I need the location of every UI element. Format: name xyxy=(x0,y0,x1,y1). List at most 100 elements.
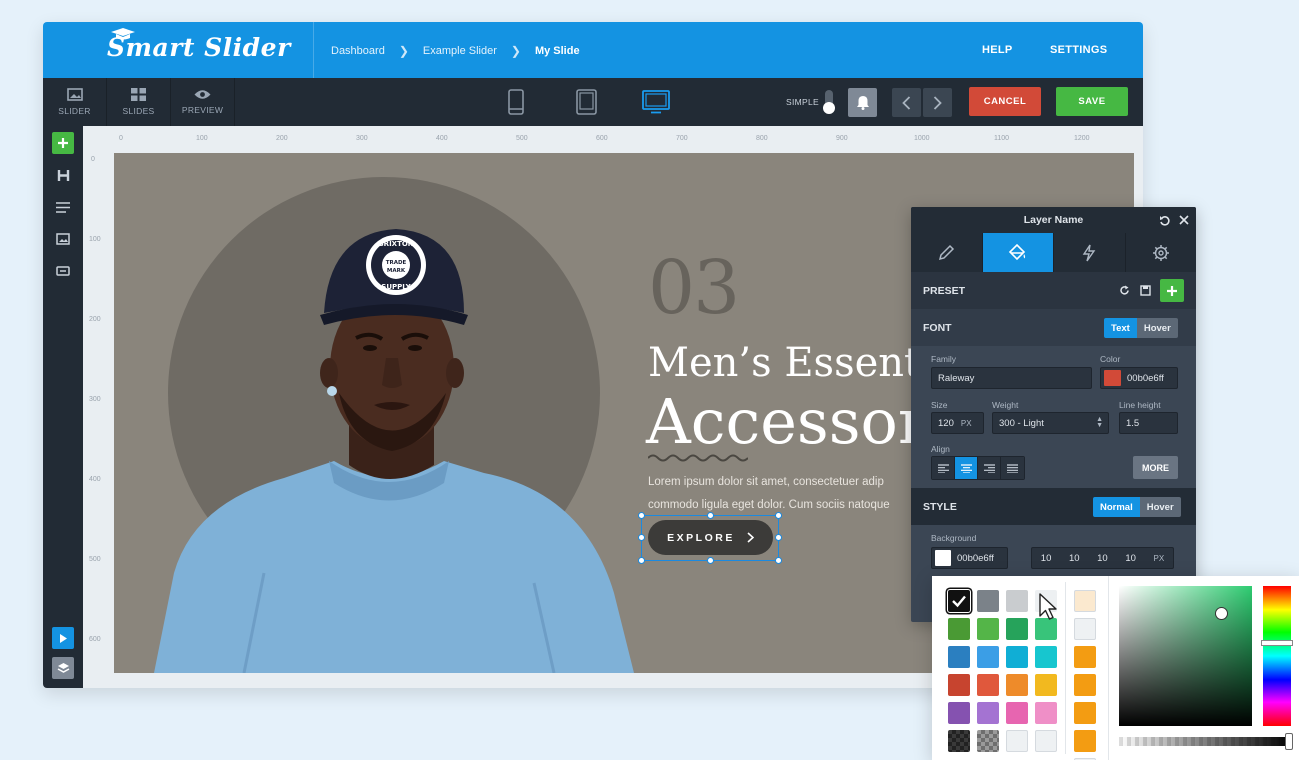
layers-button[interactable] xyxy=(52,657,74,679)
notification-button[interactable] xyxy=(848,88,877,117)
color-swatch[interactable] xyxy=(977,702,999,724)
button-layer-button[interactable] xyxy=(52,260,74,282)
recent-color-swatch[interactable] xyxy=(1074,702,1096,724)
image-layer-button[interactable] xyxy=(52,228,74,250)
color-swatch[interactable] xyxy=(948,702,970,724)
color-swatch[interactable] xyxy=(1035,730,1057,752)
resize-handle[interactable] xyxy=(775,557,782,564)
align-justify-button[interactable] xyxy=(1001,457,1024,479)
color-swatch[interactable] xyxy=(1035,674,1057,696)
color-swatch[interactable] xyxy=(977,590,999,612)
resize-handle[interactable] xyxy=(707,512,714,519)
color-swatch[interactable] xyxy=(948,674,970,696)
tab-slider[interactable]: SLIDER xyxy=(43,78,107,126)
resize-handle[interactable] xyxy=(638,557,645,564)
hue-handle[interactable] xyxy=(1261,640,1293,646)
saturation-area[interactable] xyxy=(1119,586,1252,726)
color-swatch[interactable] xyxy=(1006,730,1028,752)
add-preset-button[interactable] xyxy=(1160,279,1184,302)
alpha-handle[interactable] xyxy=(1285,733,1293,750)
app-logo[interactable]: Smart Slider xyxy=(107,33,291,62)
padding-left[interactable]: 10 xyxy=(1125,553,1136,564)
undo-icon[interactable] xyxy=(1159,215,1170,226)
device-mobile[interactable] xyxy=(501,88,531,116)
resize-handle[interactable] xyxy=(775,512,782,519)
color-swatch[interactable] xyxy=(1035,646,1057,668)
recent-color-swatch[interactable] xyxy=(1074,730,1096,752)
alpha-slider[interactable] xyxy=(1119,733,1293,750)
align-right-button[interactable] xyxy=(978,457,1001,479)
settings-link[interactable]: SETTINGS xyxy=(1050,44,1107,56)
color-swatch[interactable] xyxy=(977,730,999,752)
next-slide-button[interactable] xyxy=(923,88,952,117)
resize-handle[interactable] xyxy=(775,534,782,541)
play-button[interactable] xyxy=(52,627,74,649)
color-swatch[interactable] xyxy=(948,730,970,752)
device-tablet[interactable] xyxy=(571,88,601,116)
tab-preview[interactable]: PREVIEW xyxy=(171,78,235,126)
color-swatch[interactable] xyxy=(1006,674,1028,696)
save-button[interactable]: SAVE xyxy=(1056,87,1128,116)
color-swatch[interactable] xyxy=(1006,618,1028,640)
padding-bottom[interactable]: 10 xyxy=(1097,553,1108,564)
style-mode-hover[interactable]: Hover xyxy=(1139,497,1181,517)
font-size-field[interactable]: 120 PX xyxy=(931,412,984,434)
color-swatch[interactable] xyxy=(977,646,999,668)
save-preset-icon[interactable] xyxy=(1140,285,1151,296)
color-swatch[interactable] xyxy=(977,618,999,640)
font-mode-text[interactable]: Text xyxy=(1104,318,1137,338)
resize-handle[interactable] xyxy=(638,534,645,541)
recent-color-swatch[interactable] xyxy=(1074,646,1096,668)
text-layer-button[interactable] xyxy=(52,196,74,218)
recent-color-swatch[interactable] xyxy=(1074,590,1096,612)
reset-icon[interactable] xyxy=(1119,285,1130,296)
tab-content[interactable] xyxy=(911,233,983,272)
padding-top[interactable]: 10 xyxy=(1041,553,1052,564)
tab-settings[interactable] xyxy=(1126,233,1197,272)
font-color-field[interactable]: 00b0e6ff xyxy=(1100,367,1178,389)
breadcrumb-slider[interactable]: Example Slider xyxy=(423,45,497,57)
hue-slider[interactable] xyxy=(1261,586,1293,726)
color-swatch[interactable] xyxy=(1006,590,1028,612)
tab-slides[interactable]: SLIDES xyxy=(107,78,171,126)
more-button[interactable]: MORE xyxy=(1133,456,1178,479)
tab-animation[interactable] xyxy=(1054,233,1126,272)
recent-color-swatch[interactable] xyxy=(1074,674,1096,696)
color-swatch[interactable] xyxy=(947,589,971,613)
font-color-swatch[interactable] xyxy=(1104,370,1121,386)
selection-box[interactable] xyxy=(638,512,782,564)
device-desktop[interactable] xyxy=(641,88,671,116)
heading-layer-button[interactable] xyxy=(52,164,74,186)
line-height-field[interactable]: 1.5 xyxy=(1119,412,1178,434)
font-weight-select[interactable]: 300 - Light ▲ ▼ xyxy=(992,412,1109,434)
saturation-handle[interactable] xyxy=(1215,607,1228,620)
color-swatch[interactable] xyxy=(1035,702,1057,724)
help-link[interactable]: HELP xyxy=(982,44,1013,56)
style-mode-normal[interactable]: Normal xyxy=(1093,497,1140,517)
background-color-swatch[interactable] xyxy=(935,550,951,566)
tab-style[interactable] xyxy=(982,233,1054,272)
color-swatch[interactable] xyxy=(948,646,970,668)
model-photo[interactable]: BRIXTON TRADE MARK SUPPLY xyxy=(134,193,634,673)
background-color-field[interactable]: 00b0e6ff xyxy=(931,547,1008,569)
add-layer-button[interactable] xyxy=(52,132,74,154)
padding-right[interactable]: 10 xyxy=(1069,553,1080,564)
slide-number[interactable]: 03 xyxy=(648,245,740,331)
color-swatch[interactable] xyxy=(948,618,970,640)
font-mode-hover[interactable]: Hover xyxy=(1136,318,1178,338)
color-swatch[interactable] xyxy=(977,674,999,696)
color-swatch[interactable] xyxy=(1006,646,1028,668)
slide-heading-line2[interactable]: Accessor xyxy=(646,385,928,458)
recent-color-swatch[interactable] xyxy=(1074,618,1096,640)
prev-slide-button[interactable] xyxy=(892,88,921,117)
breadcrumb-dashboard[interactable]: Dashboard xyxy=(331,45,385,57)
font-family-field[interactable]: Raleway xyxy=(931,367,1092,389)
close-icon[interactable] xyxy=(1179,215,1189,225)
align-center-button[interactable] xyxy=(955,457,978,479)
resize-handle[interactable] xyxy=(707,557,714,564)
align-left-button[interactable] xyxy=(932,457,955,479)
resize-handle[interactable] xyxy=(638,512,645,519)
color-swatch[interactable] xyxy=(1006,702,1028,724)
simple-mode-toggle[interactable] xyxy=(823,90,835,114)
cancel-button[interactable]: CANCEL xyxy=(969,87,1041,116)
